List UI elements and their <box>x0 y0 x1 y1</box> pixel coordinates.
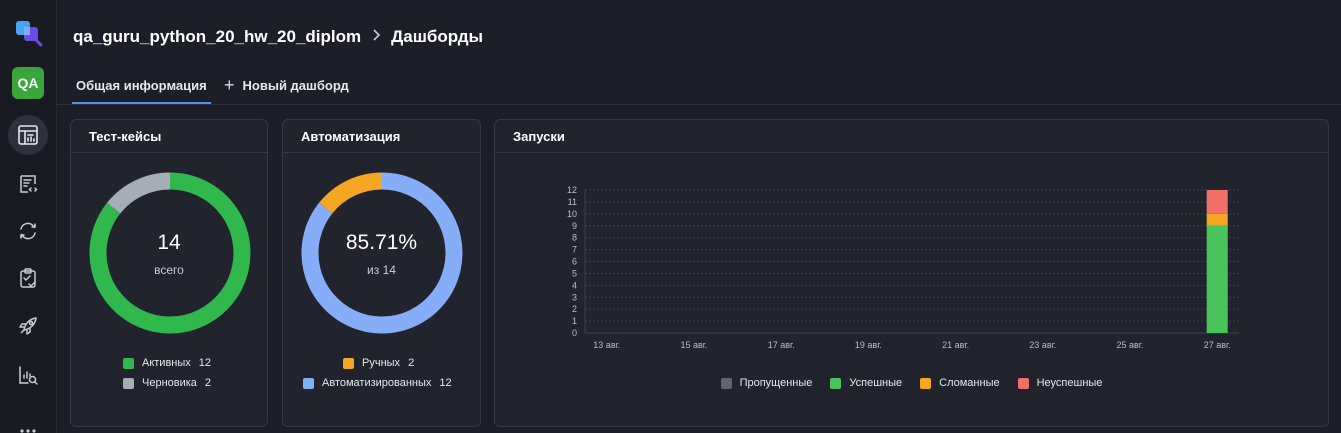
legend-active-value: 12 <box>198 357 212 369</box>
legend-manual-label: Ручных <box>362 357 401 369</box>
x-tick-label: 13 авг. <box>593 340 620 350</box>
legend-automated: Автоматизированных 12 <box>303 377 452 389</box>
x-tick-label: 27 авг. <box>1204 340 1231 350</box>
bar-segment-Сломанные[interactable] <box>1206 213 1228 226</box>
bar-segment-Успешные[interactable] <box>1206 225 1228 333</box>
legend-draft-value: 2 <box>204 377 212 389</box>
tab-new-dashboard[interactable]: + Новый дашборд <box>224 75 349 95</box>
sync-icon[interactable] <box>8 211 48 251</box>
legend-swatch <box>920 377 932 389</box>
test-cases-total-label: всего <box>154 263 184 277</box>
x-tick-label: 25 авг. <box>1117 340 1144 350</box>
y-tick-label: 0 <box>572 328 577 338</box>
plus-icon: + <box>224 75 235 95</box>
donut-slice-2 <box>319 172 383 214</box>
breadcrumb: qa_guru_python_20_hw_20_diplom Дашборды <box>73 26 483 48</box>
project-badge[interactable]: QA <box>8 63 48 103</box>
y-tick-label: 9 <box>572 221 577 231</box>
y-tick-label: 4 <box>572 280 577 290</box>
legend-swatch <box>830 377 842 389</box>
analytics-icon[interactable] <box>8 355 48 395</box>
y-tick-label: 5 <box>572 268 577 278</box>
tab-overview-label: Общая информация <box>76 78 207 93</box>
legend-swatch <box>343 357 354 369</box>
legend-draft-label: Черновика <box>142 377 197 389</box>
legend-label: Успешные <box>849 377 903 389</box>
legend-manual: Ручных 2 <box>343 357 414 369</box>
checklist-icon[interactable] <box>8 258 48 298</box>
tab-overview[interactable]: Общая информация <box>72 78 211 104</box>
x-tick-label: 17 авг. <box>768 340 795 350</box>
y-tick-label: 10 <box>567 209 577 219</box>
runs-bar-chart: 012345678910111213 авг. 15 авг. 17 авг. 19 … <box>567 185 1239 350</box>
y-tick-label: 3 <box>572 292 577 302</box>
legend-label: Сломанные <box>939 377 1000 389</box>
legend-item[interactable]: Пропущенные <box>720 377 813 389</box>
logo-icon[interactable] <box>8 12 48 52</box>
y-tick-label: 8 <box>572 233 577 243</box>
bar-segment-Неуспешные[interactable] <box>1206 190 1228 214</box>
chevron-right-icon <box>371 27 381 47</box>
automation-percent-label: из 14 <box>367 263 396 277</box>
legend-active-label: Активных <box>142 357 191 369</box>
legend-draft: Черновика 2 <box>123 377 211 389</box>
x-tick-label: 15 авг. <box>681 340 708 350</box>
test-cases-icon[interactable] <box>8 164 48 204</box>
legend-item[interactable]: Неуспешные <box>1017 377 1103 389</box>
runs-card-title: Запуски <box>495 120 1328 153</box>
x-tick-label: 19 авг. <box>855 340 882 350</box>
donut-slice-2 <box>107 172 171 214</box>
legend-automated-value: 12 <box>439 377 452 389</box>
tab-new-dashboard-label: Новый дашборд <box>242 78 349 93</box>
more-icon[interactable] <box>8 404 48 433</box>
dashboard-icon[interactable] <box>8 115 48 155</box>
automation-card-title: Автоматизация <box>283 120 480 153</box>
legend-swatch <box>123 357 134 369</box>
y-tick-label: 11 <box>568 197 577 207</box>
rocket-icon[interactable] <box>8 306 48 346</box>
legend-label: Пропущенные <box>739 377 813 389</box>
sidebar: QA <box>0 0 57 433</box>
y-tick-label: 2 <box>572 304 577 314</box>
y-tick-label: 1 <box>572 316 577 326</box>
legend-manual-value: 2 <box>408 357 415 369</box>
automation-card: Автоматизация 85.71% из 14 Ручных 2 Авто… <box>282 119 481 427</box>
legend-label: Неуспешные <box>1036 377 1103 389</box>
legend-automated-label: Автоматизированных <box>322 377 432 389</box>
x-tick-label: 21 авг. <box>942 340 969 350</box>
y-tick-label: 12 <box>567 185 577 195</box>
project-badge-label: QA <box>12 67 44 99</box>
legend-item[interactable]: Сломанные <box>920 377 1000 389</box>
y-tick-label: 6 <box>572 257 577 267</box>
test-cases-card: Тест-кейсы 14 всего Активных 12 Черновик… <box>70 119 268 427</box>
x-tick-label: 23 авг. <box>1029 340 1056 350</box>
legend-swatch <box>123 377 134 389</box>
automation-percent: 85.71% <box>345 231 418 254</box>
legend-swatch <box>720 377 732 389</box>
legend-swatch <box>1017 377 1029 389</box>
test-cases-card-title: Тест-кейсы <box>71 120 267 153</box>
test-cases-donut: 14 всего <box>71 153 267 353</box>
dashboard-tabs: Общая информация + Новый дашборд <box>57 68 1341 105</box>
test-cases-total: 14 <box>157 231 181 254</box>
legend-swatch <box>303 377 314 389</box>
legend-active: Активных 12 <box>123 357 211 369</box>
breadcrumb-project[interactable]: qa_guru_python_20_hw_20_diplom <box>73 27 361 47</box>
y-tick-label: 7 <box>572 245 577 255</box>
automation-donut: 85.71% из 14 <box>283 153 480 353</box>
legend-item[interactable]: Успешные <box>830 377 902 389</box>
runs-chart-legend: Пропущенные Успешные Сломанные Неуспешные <box>495 377 1328 389</box>
page-title: Дашборды <box>391 27 484 46</box>
runs-card: Запуски 0 1 2 3 4 5 6 7 8 9 10 11 12 13 авг. 15 авг. 17… <box>494 119 1329 427</box>
